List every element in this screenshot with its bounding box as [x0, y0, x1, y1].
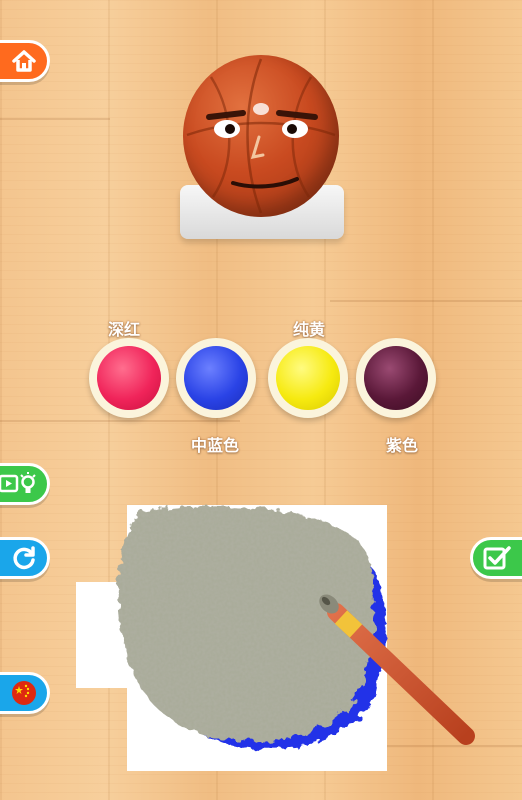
paint-canvas[interactable] [0, 0, 522, 800]
